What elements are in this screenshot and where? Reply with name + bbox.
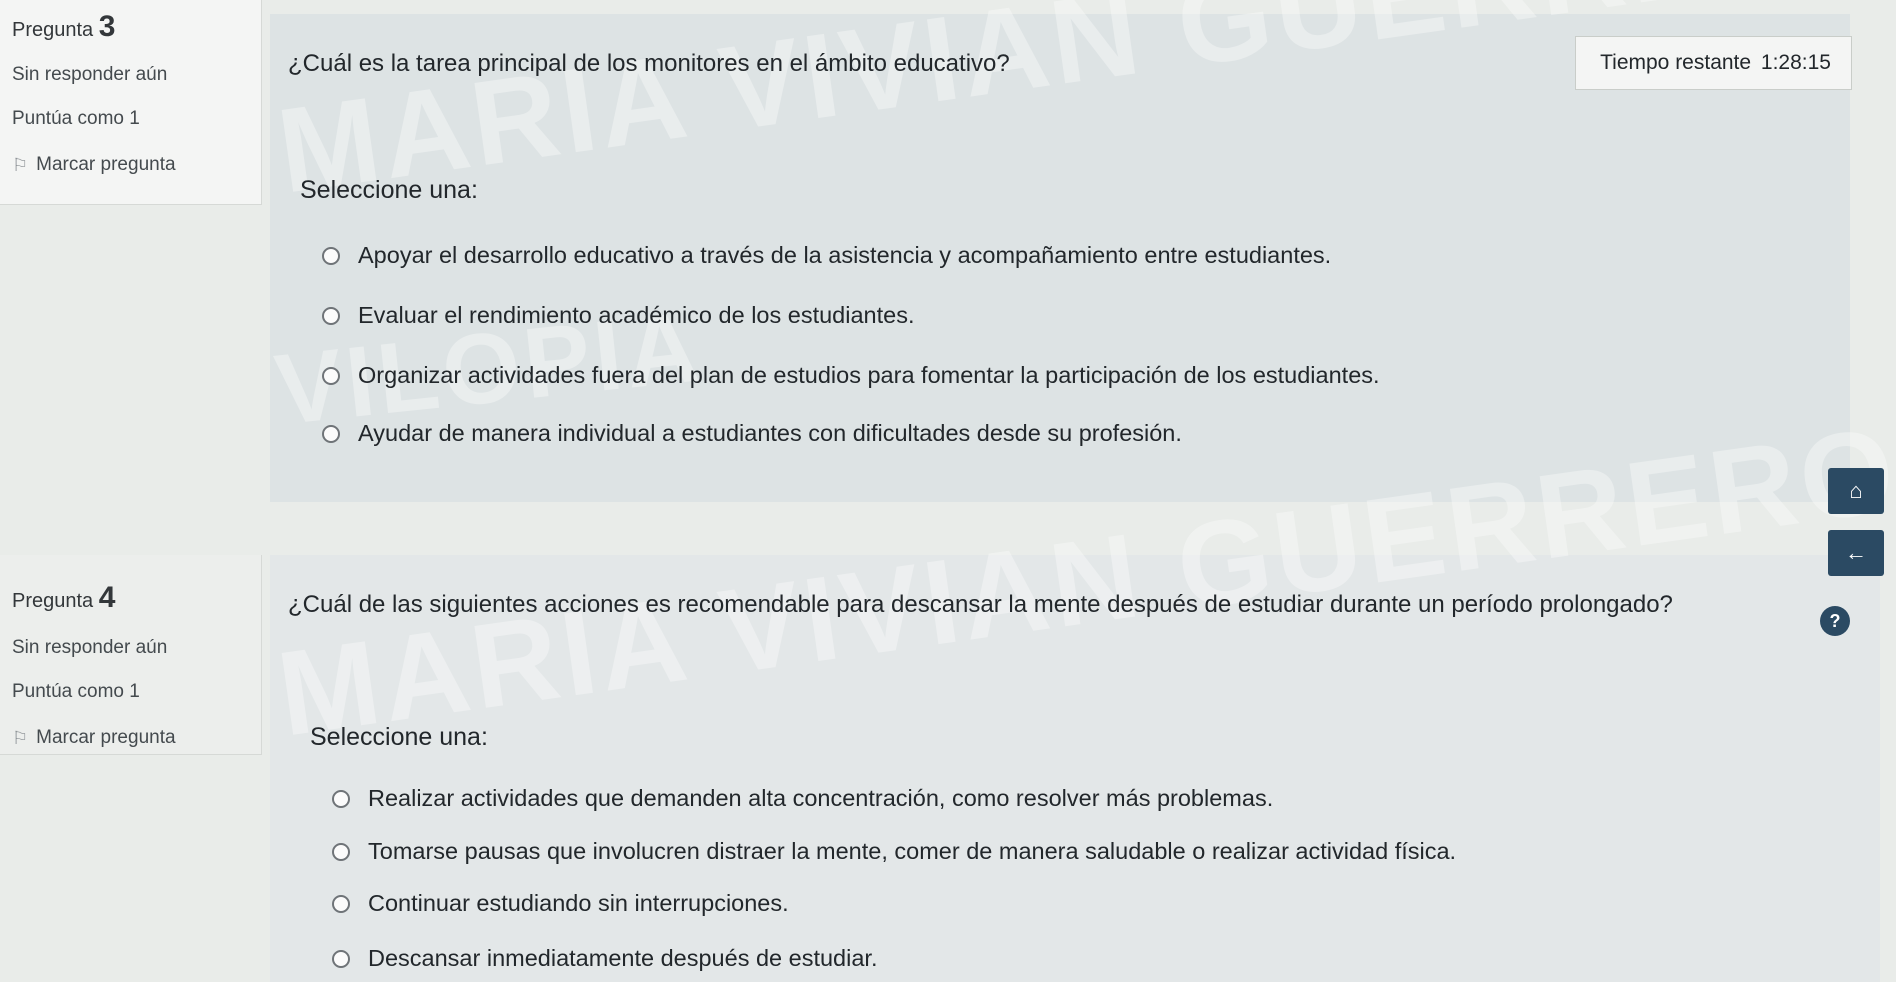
flag-icon: ⚐: [12, 154, 29, 175]
watermark-text: MARIA VIVIAN GUERRERO: [270, 0, 1896, 219]
q3-status: Sin responder aún: [12, 64, 168, 85]
radio-button[interactable]: [332, 789, 350, 808]
q3-option-2[interactable]: Evaluar el rendimiento académico de los …: [322, 302, 914, 329]
q4-select-label: Seleccione una:: [310, 723, 488, 751]
time-remaining: Tiempo restante 1:28:15: [1575, 36, 1852, 90]
q4-status: Sin responder aún: [12, 637, 168, 658]
home-button[interactable]: ⌂: [1828, 468, 1884, 514]
q3-option-3[interactable]: Organizar actividades fuera del plan de …: [322, 362, 1380, 389]
q3-select-label: Seleccione una:: [300, 176, 478, 204]
q3-score: Puntúa como 1: [12, 108, 140, 129]
q4-number: Pregunta 4: [12, 581, 116, 614]
radio-button[interactable]: [332, 842, 350, 861]
arrow-left-icon: ←: [1845, 540, 1867, 565]
radio-button[interactable]: [332, 949, 350, 968]
q4-info-panel: Pregunta 4 Sin responder aún Puntúa como…: [0, 555, 262, 755]
radio-button[interactable]: [322, 366, 340, 385]
q4-option-2[interactable]: Tomarse pausas que involucren distraer l…: [332, 838, 1456, 865]
question-mark-icon: ?: [1829, 610, 1841, 631]
q4-option-1[interactable]: Realizar actividades que demanden alta c…: [332, 785, 1273, 812]
radio-button[interactable]: [322, 306, 340, 325]
q3-option-4[interactable]: Ayudar de manera individual a estudiante…: [322, 420, 1182, 447]
flag-icon: ⚐: [12, 727, 29, 748]
radio-button[interactable]: [322, 424, 340, 443]
q4-option-4[interactable]: Descansar inmediatamente después de estu…: [332, 945, 877, 972]
q3-flag-button[interactable]: ⚐ Marcar pregunta: [12, 154, 249, 176]
q3-option-1[interactable]: Apoyar el desarrollo educativo a través …: [322, 242, 1331, 269]
radio-button[interactable]: [322, 246, 340, 265]
q4-score: Puntúa como 1: [12, 681, 140, 702]
q4-content: MARIA VIVIAN GUERRERO ¿Cuál de las sigui…: [270, 402, 1896, 982]
q4-flag-button[interactable]: ⚐ Marcar pregunta: [12, 727, 249, 749]
q3-number: Pregunta 3: [12, 10, 116, 43]
q3-info-panel: Pregunta 3 Sin responder aún Puntúa como…: [0, 0, 262, 205]
radio-button[interactable]: [332, 894, 350, 913]
q4-option-3[interactable]: Continuar estudiando sin interrupciones.: [332, 890, 789, 917]
back-button[interactable]: ←: [1828, 530, 1884, 576]
home-icon: ⌂: [1849, 478, 1863, 503]
q4-question-text: ¿Cuál de las siguientes acciones es reco…: [288, 591, 1673, 618]
help-button[interactable]: ?: [1820, 606, 1850, 636]
q3-question-text: ¿Cuál es la tarea principal de los monit…: [288, 50, 1010, 77]
